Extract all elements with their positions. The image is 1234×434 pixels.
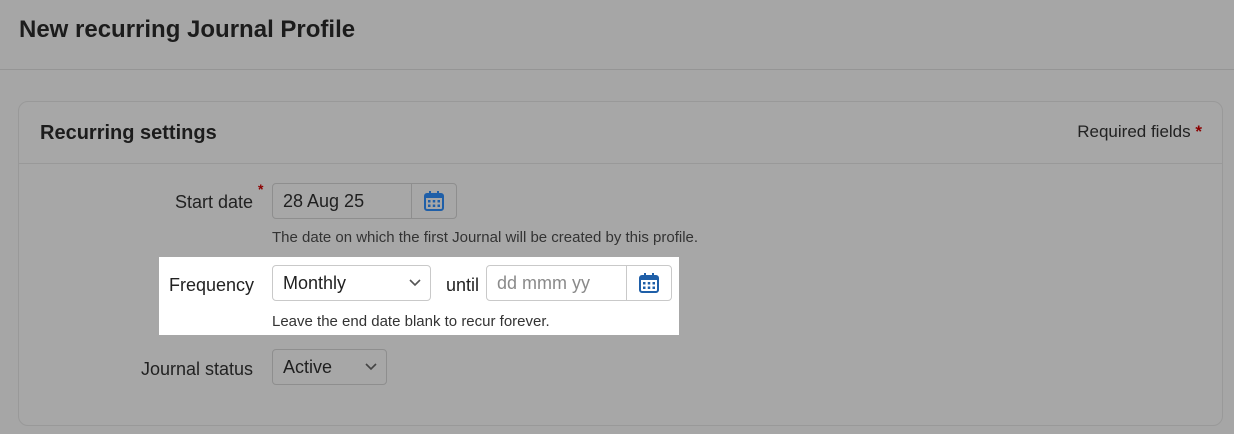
calendar-icon (639, 273, 659, 293)
card-header: Recurring settings Required fields * (19, 102, 1222, 164)
journal-status-selected-value: Active (283, 357, 333, 377)
required-fields-note: Required fields * (1077, 122, 1202, 142)
frequency-help: Leave the end date blank to recur foreve… (272, 313, 550, 330)
end-date-calendar-button[interactable] (626, 266, 671, 300)
calendar-icon (424, 191, 444, 211)
card-title: Recurring settings (40, 122, 217, 144)
start-date-required-star: * (258, 181, 264, 197)
frequency-highlight: Frequency Monthly until dd mmm yy Leave … (159, 257, 679, 335)
page-title: New recurring Journal Profile (19, 16, 356, 43)
page-header: New recurring Journal Profile (0, 0, 1234, 70)
start-date-calendar-button[interactable] (411, 184, 456, 218)
journal-status-label: Journal status (141, 359, 254, 379)
end-date-input[interactable]: dd mmm yy (487, 266, 626, 300)
required-star: * (1195, 122, 1202, 141)
required-fields-label: Required fields (1077, 122, 1191, 141)
frequency-selected-value: Monthly (283, 273, 347, 293)
start-date-field[interactable]: 28 Aug 25 (272, 183, 457, 219)
start-date-help: The date on which the first Journal will… (272, 229, 699, 246)
start-date-input[interactable]: 28 Aug 25 (273, 184, 411, 218)
journal-status-select[interactable]: Active (272, 349, 387, 385)
chevron-down-icon (409, 266, 421, 300)
frequency-select[interactable]: Monthly (272, 265, 431, 301)
start-date-label: Start date (175, 192, 254, 212)
end-date-field[interactable]: dd mmm yy (486, 265, 672, 301)
until-label: until (446, 275, 480, 295)
chevron-down-icon (365, 350, 377, 384)
frequency-label: Frequency (169, 275, 255, 295)
